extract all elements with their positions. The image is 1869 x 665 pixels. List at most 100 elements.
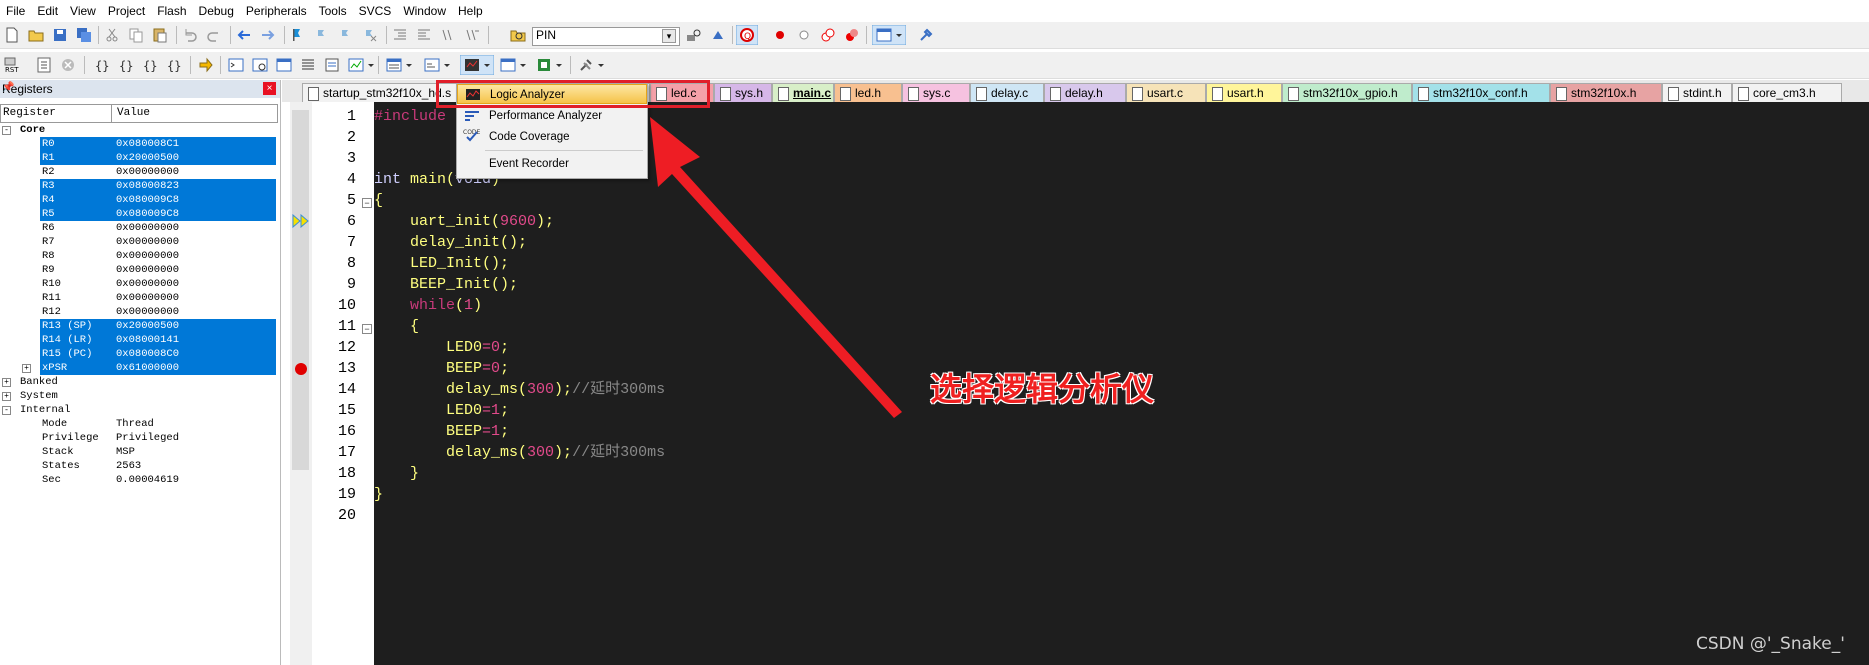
register-value[interactable]: 0x20000500 bbox=[116, 319, 179, 333]
tab-main-c[interactable]: main.c bbox=[772, 83, 834, 102]
prev-bookmark-icon[interactable] bbox=[314, 27, 330, 43]
enable-breakpoint-icon[interactable] bbox=[796, 27, 812, 43]
disassembly-window-icon[interactable] bbox=[252, 57, 268, 73]
step-out-icon[interactable]: {} bbox=[142, 57, 158, 73]
insert-breakpoint-icon[interactable] bbox=[772, 27, 788, 43]
expand-icon[interactable]: + bbox=[2, 392, 11, 401]
chevron-down-icon[interactable] bbox=[404, 57, 414, 73]
register-row[interactable]: R2 0x00000000 bbox=[0, 165, 276, 179]
chevron-down-icon[interactable] bbox=[554, 57, 564, 73]
register-group-system[interactable]: + System bbox=[0, 389, 276, 403]
register-value[interactable]: 0x080008C0 bbox=[116, 347, 179, 361]
nav-forward-icon[interactable] bbox=[260, 27, 276, 43]
register-value[interactable]: 0x08000823 bbox=[116, 179, 179, 193]
register-row[interactable]: R1 0x20000500 bbox=[0, 151, 276, 165]
bookmark-icon[interactable] bbox=[290, 27, 306, 43]
register-row[interactable]: R12 0x00000000 bbox=[0, 305, 276, 319]
menu-window[interactable]: Window bbox=[397, 0, 452, 18]
register-row[interactable]: R3 0x08000823 bbox=[0, 179, 276, 193]
register-value[interactable]: 0x00000000 bbox=[116, 305, 179, 319]
incremental-find-icon[interactable] bbox=[686, 27, 702, 43]
menu-tools[interactable]: Tools bbox=[313, 0, 353, 18]
run-icon[interactable] bbox=[36, 57, 52, 73]
menu-item-event-recorder[interactable]: Event Recorder bbox=[457, 154, 647, 174]
unindent-icon[interactable] bbox=[416, 27, 432, 43]
chevron-down-icon[interactable] bbox=[518, 57, 528, 73]
expand-icon[interactable]: + bbox=[2, 378, 11, 387]
register-value[interactable]: 0x00000000 bbox=[116, 263, 179, 277]
register-row[interactable]: R5 0x080009C8 bbox=[0, 207, 276, 221]
register-value[interactable]: 0x00000000 bbox=[116, 221, 179, 235]
command-window-icon[interactable] bbox=[228, 57, 244, 73]
register-row[interactable]: R15 (PC) 0x080008C0 bbox=[0, 347, 276, 361]
clear-bookmarks-icon[interactable] bbox=[362, 27, 378, 43]
configure-icon[interactable] bbox=[918, 27, 934, 43]
chevron-down-icon[interactable] bbox=[596, 57, 606, 73]
tab-usart-h[interactable]: usart.h bbox=[1206, 83, 1282, 102]
step-over-icon[interactable]: {} bbox=[118, 57, 134, 73]
fold-icon[interactable]: − bbox=[362, 198, 372, 208]
chevron-down-icon[interactable] bbox=[366, 57, 376, 73]
find-in-files-icon[interactable] bbox=[510, 27, 526, 43]
system-viewer-icon[interactable] bbox=[536, 57, 552, 73]
memory-window-icon[interactable] bbox=[386, 57, 402, 73]
collapse-icon[interactable]: - bbox=[2, 406, 11, 415]
register-row[interactable]: R14 (LR) 0x08000141 bbox=[0, 333, 276, 347]
open-folder-icon[interactable] bbox=[28, 27, 44, 43]
register-row[interactable]: R6 0x00000000 bbox=[0, 221, 276, 235]
register-value[interactable]: 0x08000141 bbox=[116, 333, 179, 347]
register-row[interactable]: States 2563 bbox=[0, 459, 276, 473]
cut-icon[interactable] bbox=[104, 27, 120, 43]
register-row[interactable]: R0 0x080008C1 bbox=[0, 137, 276, 151]
browse-icon[interactable] bbox=[710, 27, 726, 43]
menu-debug[interactable]: Debug bbox=[193, 0, 240, 18]
breakpoint-marker[interactable] bbox=[295, 363, 307, 375]
register-row[interactable]: Privilege Privileged bbox=[0, 431, 276, 445]
stop-icon[interactable] bbox=[60, 57, 76, 73]
pin-icon[interactable]: 📌 bbox=[2, 82, 14, 93]
menu-peripherals[interactable]: Peripherals bbox=[240, 0, 313, 18]
call-stack-window-icon[interactable] bbox=[324, 57, 340, 73]
window-layout-icon[interactable] bbox=[872, 25, 906, 45]
uncomment-icon[interactable] bbox=[464, 27, 480, 43]
watch-window-icon[interactable] bbox=[348, 57, 364, 73]
tab-sys-h[interactable]: sys.h bbox=[714, 83, 772, 102]
close-icon[interactable]: × bbox=[263, 82, 276, 95]
chevron-down-icon[interactable]: ▾ bbox=[662, 29, 676, 43]
register-value[interactable]: 0x00000000 bbox=[116, 165, 179, 179]
register-group-banked[interactable]: + Banked bbox=[0, 375, 276, 389]
menu-svcs[interactable]: SVCS bbox=[353, 0, 398, 18]
next-bookmark-icon[interactable] bbox=[338, 27, 354, 43]
register-row[interactable]: R11 0x00000000 bbox=[0, 291, 276, 305]
tab-stm32f10x-conf-h[interactable]: stm32f10x_conf.h bbox=[1412, 83, 1550, 102]
tab-delay-c[interactable]: delay.c bbox=[970, 83, 1044, 102]
fold-icon[interactable]: − bbox=[362, 324, 372, 334]
analysis-window-icon[interactable] bbox=[460, 55, 494, 75]
undo-icon[interactable] bbox=[182, 27, 198, 43]
serial-window-icon[interactable] bbox=[424, 57, 440, 73]
chevron-down-icon[interactable] bbox=[442, 57, 452, 73]
menu-item-performance-analyzer[interactable]: Performance Analyzer bbox=[457, 106, 647, 126]
menu-project[interactable]: Project bbox=[102, 0, 151, 18]
menu-flash[interactable]: Flash bbox=[151, 0, 192, 18]
save-icon[interactable] bbox=[52, 27, 68, 43]
indent-icon[interactable] bbox=[392, 27, 408, 43]
value-column-header[interactable]: Value bbox=[117, 107, 150, 119]
disable-breakpoints-icon[interactable] bbox=[820, 27, 836, 43]
menu-item-code-coverage[interactable]: CODE Code Coverage bbox=[457, 127, 647, 147]
register-value[interactable]: 0x00000000 bbox=[116, 235, 179, 249]
expand-icon[interactable]: + bbox=[22, 364, 31, 373]
register-row[interactable]: + xPSR 0x61000000 bbox=[0, 361, 276, 375]
show-next-statement-icon[interactable] bbox=[198, 57, 214, 73]
tab-usart-c[interactable]: usart.c bbox=[1126, 83, 1206, 102]
step-into-icon[interactable]: {} bbox=[94, 57, 110, 73]
register-value[interactable]: 0x61000000 bbox=[116, 361, 179, 375]
register-row[interactable]: R13 (SP) 0x20000500 bbox=[0, 319, 276, 333]
debug-session-icon[interactable]: Q bbox=[736, 25, 758, 45]
register-row[interactable]: R7 0x00000000 bbox=[0, 235, 276, 249]
tab-core-cm3-h[interactable]: core_cm3.h bbox=[1732, 83, 1842, 102]
register-value[interactable]: 0x00000000 bbox=[116, 249, 179, 263]
register-row[interactable]: Stack MSP bbox=[0, 445, 276, 459]
reset-icon[interactable]: RST bbox=[4, 57, 22, 73]
register-row[interactable]: R9 0x00000000 bbox=[0, 263, 276, 277]
